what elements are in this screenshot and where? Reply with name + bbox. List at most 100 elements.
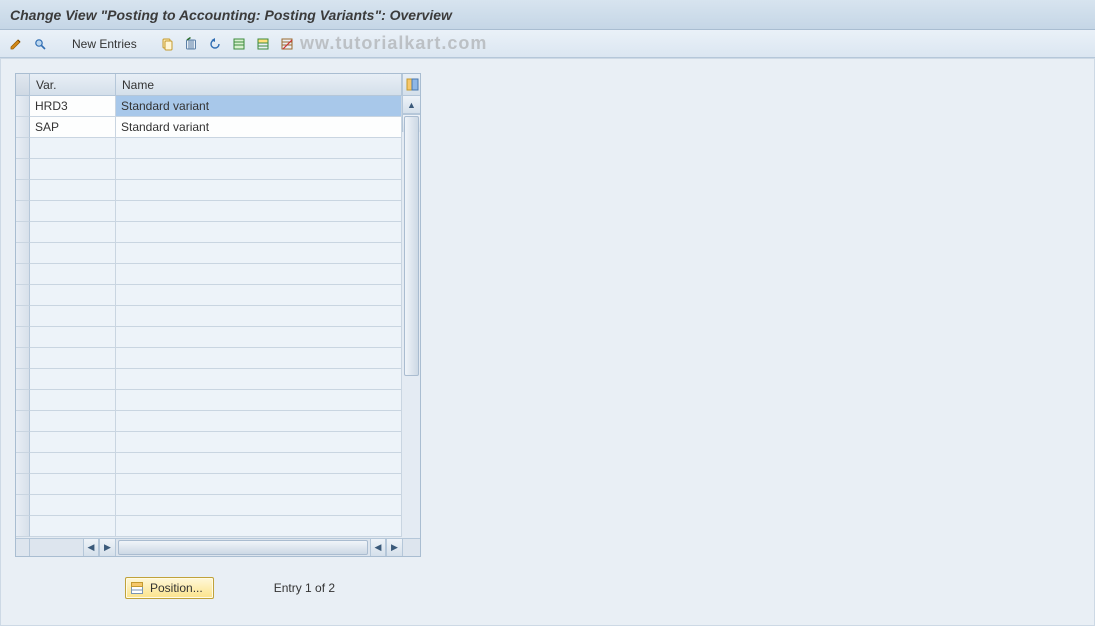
row-selector[interactable]	[16, 285, 30, 306]
select-block-icon[interactable]	[253, 34, 273, 54]
table-row[interactable]: SAPStandard variant	[16, 117, 402, 138]
cell-name[interactable]	[116, 243, 402, 264]
cell-var[interactable]: SAP	[30, 117, 116, 138]
table-row[interactable]	[16, 285, 402, 306]
row-selector[interactable]	[16, 516, 30, 537]
column-header-var[interactable]: Var.	[30, 74, 116, 96]
position-button[interactable]: Position...	[125, 577, 214, 599]
table-row[interactable]	[16, 327, 402, 348]
scroll-thumb[interactable]	[404, 116, 419, 376]
hscroll-left-icon[interactable]: ◀	[370, 539, 386, 556]
cell-var[interactable]	[30, 264, 116, 285]
row-selector[interactable]	[16, 117, 30, 138]
row-selector[interactable]	[16, 180, 30, 201]
row-selector[interactable]	[16, 264, 30, 285]
row-selector[interactable]	[16, 453, 30, 474]
hscroll-thumb[interactable]	[118, 540, 368, 555]
cell-name[interactable]	[116, 495, 402, 516]
cell-var[interactable]	[30, 138, 116, 159]
select-all-icon[interactable]	[229, 34, 249, 54]
cell-name[interactable]	[116, 348, 402, 369]
cell-var[interactable]	[30, 285, 116, 306]
table-row[interactable]	[16, 453, 402, 474]
table-row[interactable]	[16, 474, 402, 495]
copy-as-icon[interactable]	[157, 34, 177, 54]
row-selector[interactable]	[16, 159, 30, 180]
cell-name[interactable]	[116, 369, 402, 390]
cell-name[interactable]	[116, 222, 402, 243]
cell-name[interactable]: Standard variant	[116, 96, 402, 117]
table-row[interactable]	[16, 495, 402, 516]
cell-var[interactable]	[30, 453, 116, 474]
cell-var[interactable]	[30, 243, 116, 264]
cell-name[interactable]	[116, 306, 402, 327]
cell-var[interactable]	[30, 159, 116, 180]
row-selector[interactable]	[16, 348, 30, 369]
cell-name[interactable]	[116, 201, 402, 222]
cell-var[interactable]	[30, 306, 116, 327]
horizontal-scrollbar[interactable]: ◀ ▶ ◀ ▶	[16, 538, 420, 556]
cell-name[interactable]	[116, 474, 402, 495]
row-selector[interactable]	[16, 96, 30, 117]
cell-var[interactable]	[30, 327, 116, 348]
row-selector[interactable]	[16, 222, 30, 243]
cell-var[interactable]	[30, 369, 116, 390]
row-selector[interactable]	[16, 243, 30, 264]
row-selector[interactable]	[16, 495, 30, 516]
cell-var[interactable]	[30, 390, 116, 411]
toggle-display-change-icon[interactable]	[6, 34, 26, 54]
column-header-name[interactable]: Name	[116, 74, 402, 96]
row-selector[interactable]	[16, 474, 30, 495]
cell-var[interactable]	[30, 516, 116, 537]
table-row[interactable]	[16, 180, 402, 201]
cell-name[interactable]	[116, 180, 402, 201]
cell-var[interactable]	[30, 222, 116, 243]
table-row[interactable]	[16, 432, 402, 453]
table-row[interactable]	[16, 138, 402, 159]
table-row[interactable]	[16, 159, 402, 180]
new-entries-button[interactable]: New Entries	[64, 34, 145, 54]
cell-var[interactable]: HRD3	[30, 96, 116, 117]
cell-var[interactable]	[30, 495, 116, 516]
hscroll-col-right-icon[interactable]: ▶	[99, 539, 115, 556]
cell-var[interactable]	[30, 411, 116, 432]
cell-name[interactable]	[116, 432, 402, 453]
cell-name[interactable]	[116, 264, 402, 285]
cell-var[interactable]	[30, 474, 116, 495]
table-row[interactable]	[16, 369, 402, 390]
table-row[interactable]	[16, 516, 402, 537]
scroll-up-icon[interactable]: ▲	[403, 96, 420, 114]
undo-change-icon[interactable]	[205, 34, 225, 54]
table-row[interactable]	[16, 411, 402, 432]
delete-icon[interactable]	[181, 34, 201, 54]
table-row[interactable]: HRD3Standard variant	[16, 96, 402, 117]
row-selector[interactable]	[16, 390, 30, 411]
row-selector[interactable]	[16, 306, 30, 327]
table-row[interactable]	[16, 390, 402, 411]
cell-var[interactable]	[30, 432, 116, 453]
table-row[interactable]	[16, 201, 402, 222]
table-row[interactable]	[16, 243, 402, 264]
cell-name[interactable]: Standard variant	[116, 117, 402, 138]
row-selector[interactable]	[16, 369, 30, 390]
cell-name[interactable]	[116, 390, 402, 411]
cell-name[interactable]	[116, 285, 402, 306]
hscroll-col-left-icon[interactable]: ◀	[83, 539, 99, 556]
cell-name[interactable]	[116, 159, 402, 180]
table-settings-icon[interactable]	[402, 74, 420, 96]
cell-name[interactable]	[116, 327, 402, 348]
vertical-scrollbar[interactable]: ▲ ▼	[402, 96, 420, 132]
cell-name[interactable]	[116, 138, 402, 159]
hscroll-right-icon[interactable]: ▶	[386, 539, 402, 556]
row-selector[interactable]	[16, 432, 30, 453]
find-icon[interactable]	[30, 34, 50, 54]
row-selector[interactable]	[16, 138, 30, 159]
table-row[interactable]	[16, 306, 402, 327]
table-row[interactable]	[16, 264, 402, 285]
cell-var[interactable]	[30, 201, 116, 222]
deselect-all-icon[interactable]	[277, 34, 297, 54]
cell-var[interactable]	[30, 348, 116, 369]
row-selector[interactable]	[16, 327, 30, 348]
cell-name[interactable]	[116, 516, 402, 537]
table-row[interactable]	[16, 222, 402, 243]
